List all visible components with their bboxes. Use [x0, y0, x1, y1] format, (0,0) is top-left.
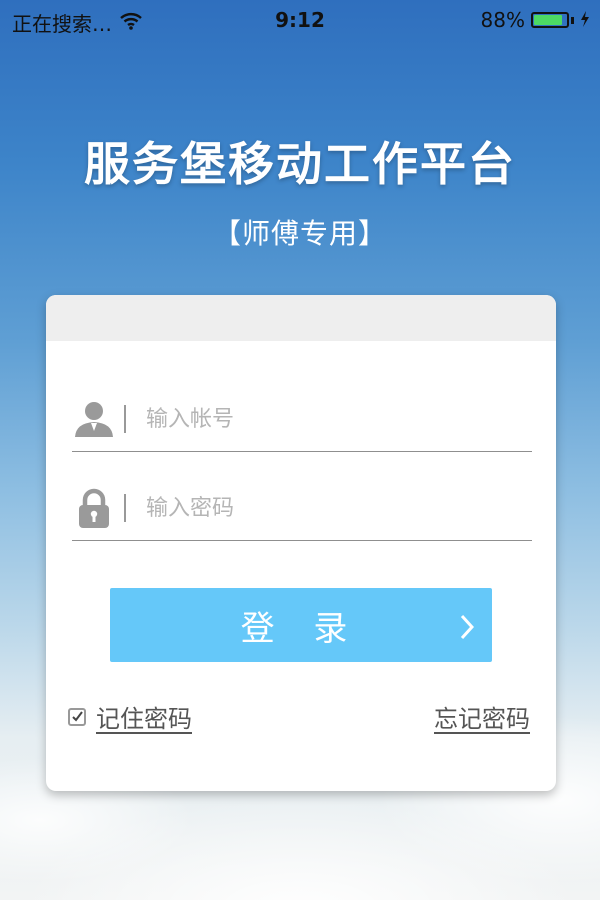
field-separator — [124, 494, 126, 522]
battery-percent: 88% — [480, 8, 525, 32]
battery-icon — [531, 12, 569, 28]
password-input[interactable] — [144, 484, 528, 532]
status-bar: 正在搜索… 9:12 88% — [0, 0, 600, 40]
password-field — [72, 480, 532, 541]
remember-password[interactable]: 记住密码 — [68, 699, 192, 734]
remember-checkbox[interactable] — [68, 707, 86, 726]
charging-icon — [580, 8, 590, 32]
forgot-password-link[interactable]: 忘记密码 — [434, 699, 530, 734]
app-title: 服务堡移动工作平台 — [84, 137, 516, 191]
login-card: 登 录 记住密码 忘记密码 — [46, 295, 556, 791]
battery-fill — [534, 15, 562, 25]
app-subtitle: 【师傅专用】 — [212, 217, 387, 250]
login-button[interactable]: 登 录 — [110, 588, 492, 662]
account-field — [72, 391, 532, 452]
account-input[interactable] — [144, 395, 528, 443]
field-separator — [124, 405, 126, 433]
remember-label[interactable]: 记住密码 — [96, 699, 192, 734]
chevron-right-icon — [460, 610, 475, 640]
status-right: 88% — [481, 8, 590, 32]
card-header — [46, 295, 556, 341]
battery-tip — [571, 16, 574, 24]
user-icon — [72, 397, 116, 441]
login-button-label: 登 录 — [240, 608, 362, 649]
lock-icon — [72, 486, 116, 530]
check-icon — [72, 710, 83, 722]
